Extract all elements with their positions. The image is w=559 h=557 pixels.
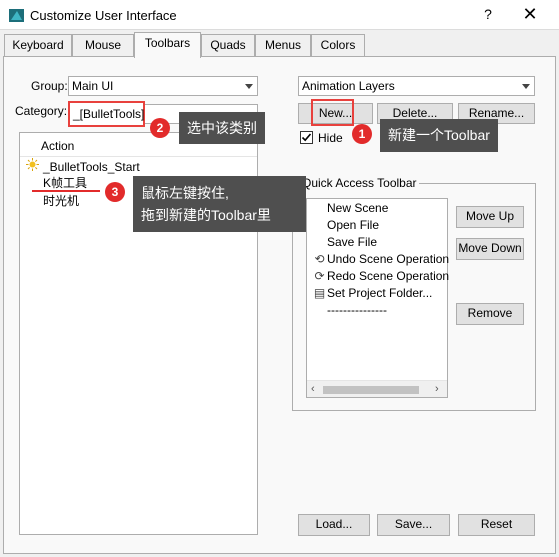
remove-button[interactable]: Remove: [456, 303, 524, 325]
tab-quads[interactable]: Quads: [201, 34, 255, 57]
redo-icon: ⟳: [314, 269, 325, 283]
chevron-down-icon: [522, 84, 530, 89]
qa-item[interactable]: Save File: [312, 234, 449, 251]
close-button[interactable]: ✕: [516, 4, 544, 26]
reset-button[interactable]: Reset: [458, 514, 535, 536]
chevron-down-icon: [245, 84, 253, 89]
qa-item[interactable]: ---------------: [312, 302, 449, 319]
annotation-badge-1: 1: [352, 124, 372, 144]
annotation-callout-3: 鼠标左键按住, 拖到新建的Toolbar里: [133, 176, 306, 232]
save-button[interactable]: Save...: [377, 514, 450, 536]
check-icon: [301, 133, 312, 142]
group-label: Group:: [31, 79, 68, 93]
undo-icon: ⟲: [314, 252, 325, 266]
qa-item[interactable]: ▤ Set Project Folder...: [312, 285, 449, 302]
annotation-callout-2: 选中该类别: [179, 112, 265, 144]
tab-toolbars[interactable]: Toolbars: [134, 32, 201, 58]
action-item[interactable]: K帧工具: [43, 176, 87, 191]
action-item[interactable]: _BulletTools_Start: [43, 160, 140, 175]
annotation-callout-3-line1: 鼠标左键按住,: [141, 185, 229, 201]
annotation-callout-1: 新建一个Toolbar: [380, 119, 498, 152]
category-highlight[interactable]: _[BulletTools]: [68, 101, 145, 127]
new-button-highlight: [311, 99, 354, 126]
hide-checkbox[interactable]: [300, 131, 313, 144]
folder-icon: ▤: [313, 286, 326, 300]
category-select-value: _[BulletTools]: [73, 107, 145, 121]
horizontal-scrollbar[interactable]: ‹ ›: [307, 380, 447, 397]
action-column-header: Action: [41, 139, 75, 153]
toolbar-select-value: Animation Layers: [302, 79, 395, 93]
qa-item[interactable]: New Scene: [312, 200, 449, 217]
load-button[interactable]: Load...: [298, 514, 370, 536]
group-select[interactable]: Main UI: [68, 76, 258, 96]
annotation-callout-3-line2: 拖到新建的Toolbar里: [141, 207, 271, 223]
qa-item[interactable]: ⟳ Redo Scene Operation: [312, 268, 449, 285]
toolbar-select[interactable]: Animation Layers: [298, 76, 535, 96]
qa-item[interactable]: ⟲ Undo Scene Operation: [312, 251, 449, 268]
annotation-badge-3: 3: [105, 182, 125, 202]
group-select-value: Main UI: [72, 79, 114, 93]
quick-access-title: Quick Access Toolbar: [300, 176, 419, 190]
tab-mouse[interactable]: Mouse: [72, 34, 134, 57]
tab-menus[interactable]: Menus: [255, 34, 311, 57]
hide-label: Hide: [318, 131, 343, 145]
scroll-left-icon[interactable]: ‹: [311, 383, 315, 395]
sun-icon: [26, 158, 39, 174]
drag-indicator-line: [32, 190, 100, 192]
tab-colors[interactable]: Colors: [311, 34, 365, 57]
move-down-button[interactable]: Move Down: [456, 238, 524, 260]
qa-item[interactable]: Open File: [312, 217, 449, 234]
category-label: Category:: [15, 104, 68, 118]
help-button[interactable]: ?: [476, 6, 500, 26]
app-logo-icon: [8, 7, 25, 24]
scrollbar-thumb[interactable]: [323, 386, 419, 394]
window-title: Customize User Interface: [30, 8, 177, 23]
annotation-badge-2: 2: [150, 118, 170, 138]
move-up-button[interactable]: Move Up: [456, 206, 524, 228]
tab-keyboard[interactable]: Keyboard: [4, 34, 72, 57]
action-item[interactable]: 时光机: [43, 194, 79, 209]
scroll-right-icon[interactable]: ›: [435, 383, 439, 395]
quick-access-items: New Scene Open File Save File ⟲ Undo Scen…: [312, 200, 449, 319]
